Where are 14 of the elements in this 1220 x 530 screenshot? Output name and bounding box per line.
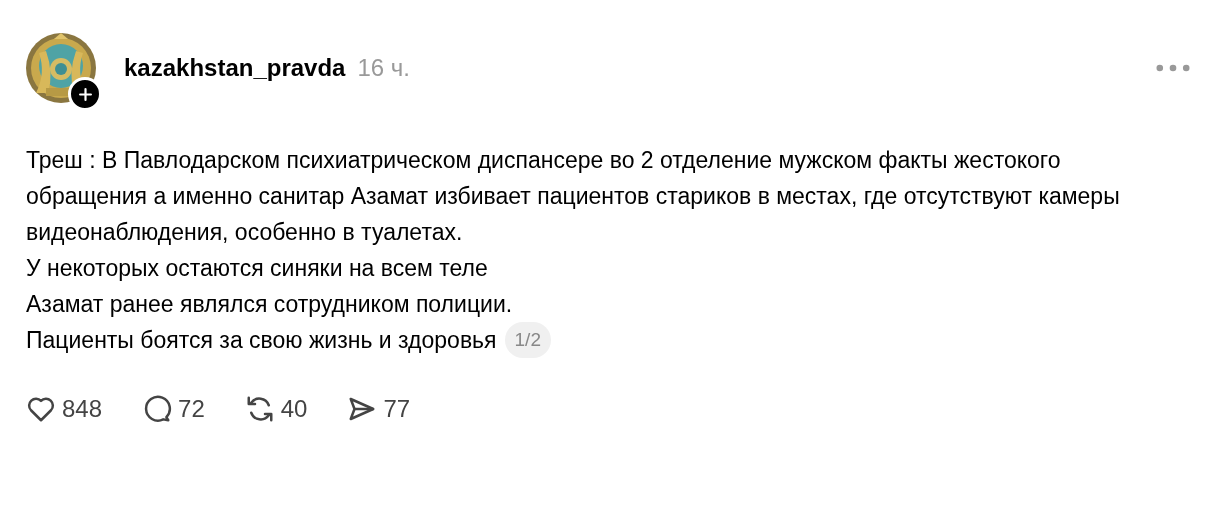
page-indicator: 1/2 [504, 322, 551, 358]
post-text: У некоторых остаются синяки на всем теле [26, 254, 488, 283]
repost-button[interactable]: 40 [244, 394, 308, 424]
share-button[interactable]: 77 [347, 394, 411, 424]
more-icon[interactable] [1156, 64, 1190, 72]
username-link[interactable]: kazakhstan_pravda [124, 54, 346, 82]
plus-icon [78, 87, 92, 101]
post-text: Пациенты боятся за свою жизнь и здоровья [26, 326, 497, 355]
like-button[interactable]: 848 [26, 394, 103, 424]
post-text: Азамат ранее являлся сотрудником полиции. [26, 290, 513, 319]
speech-bubble-icon [142, 394, 173, 424]
comment-button[interactable]: 72 [142, 394, 205, 424]
post-text: Треш : В Павлодарском психиатрическом диспансере во 2 отделение мужском факты жестокого обращения а именно санитар Азамат избивает пациентов стариков в местах, где отсутствуют камеры видеонаблюдения, особенно в туалетах. [26, 146, 1121, 247]
post-time: 16 ч. [357, 54, 410, 82]
